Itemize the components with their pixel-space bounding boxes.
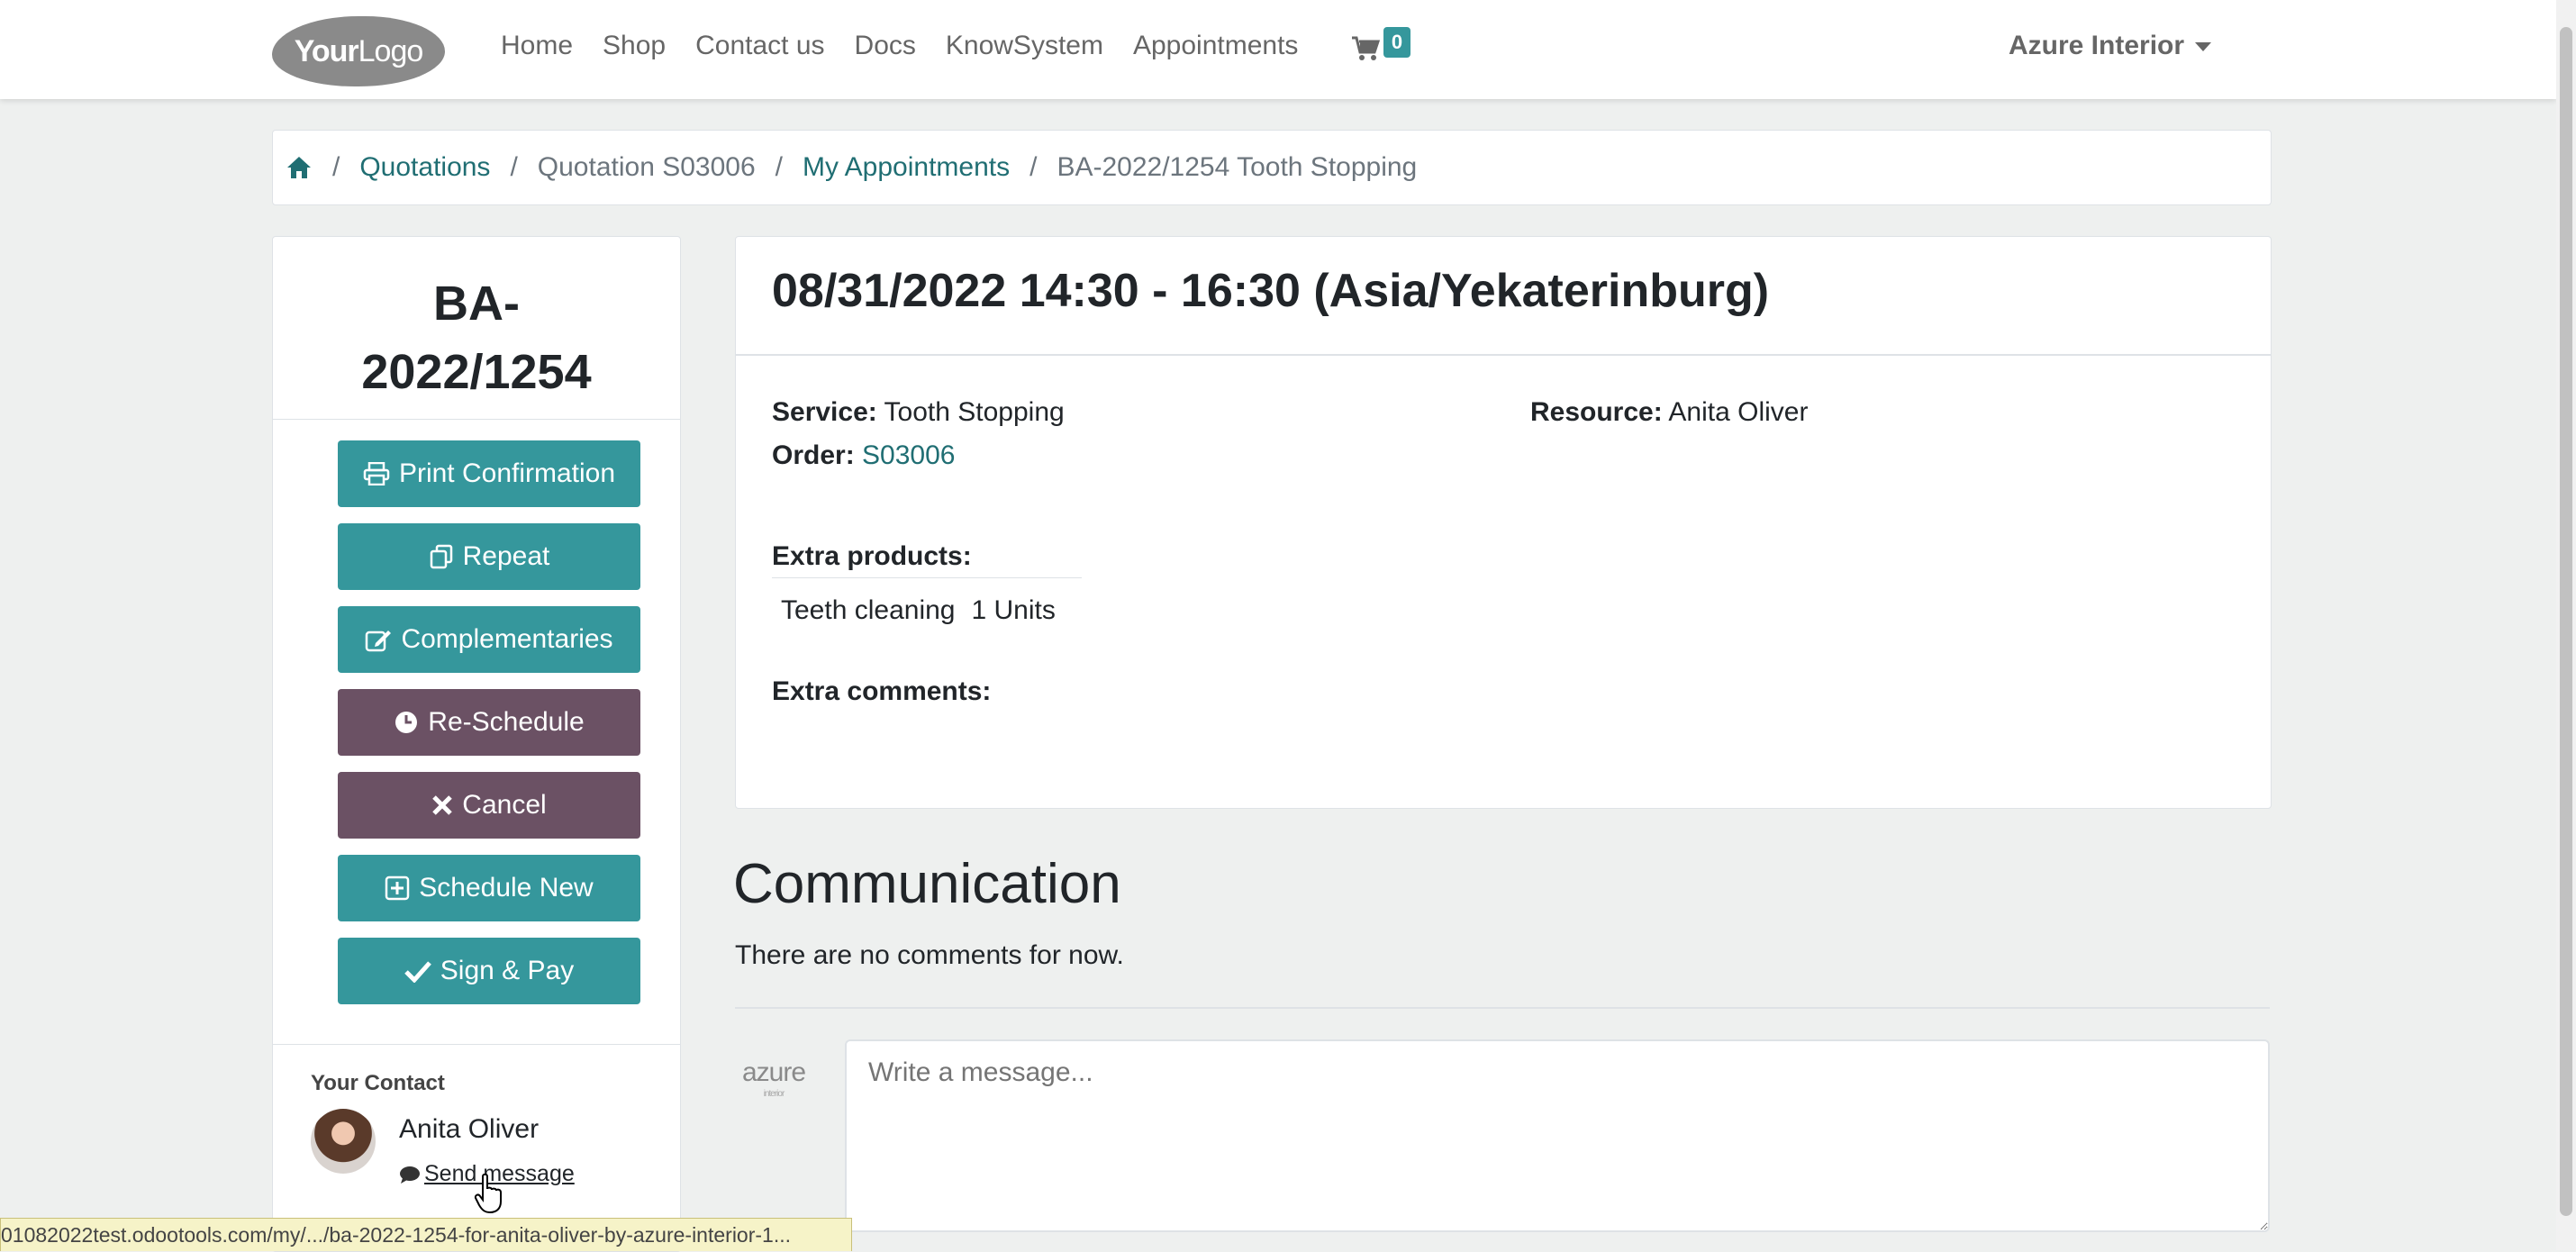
communication-divider [735, 1007, 2270, 1009]
contact-name: Anita Oliver [399, 1114, 540, 1144]
link-status-bar: 01082022test.odootools.com/my/.../ba-202… [0, 1218, 852, 1251]
card-header-divider [736, 354, 2271, 356]
contact-label: Your Contact [311, 1071, 445, 1095]
breadcrumb-separator: / [1029, 152, 1038, 182]
nav-appointments[interactable]: Appointments [1133, 31, 1298, 61]
copy-icon [429, 544, 454, 569]
logo-text-bold: Your [294, 34, 359, 68]
complementaries-label: Complementaries [401, 624, 613, 654]
order-label: Order: [772, 440, 855, 470]
main-nav: Home Shop Contact us Docs KnowSystem App… [501, 31, 1328, 61]
sidebar-divider [273, 1044, 680, 1045]
breadcrumb-separator: / [775, 152, 783, 182]
edit-icon [365, 627, 392, 652]
company-logo[interactable]: YourLogo [272, 16, 445, 86]
order-link[interactable]: S03006 [862, 440, 955, 470]
comment-icon [400, 1166, 420, 1184]
breadcrumb-separator: / [510, 152, 518, 182]
page-scrollbar[interactable] [2556, 0, 2576, 1250]
printer-icon [363, 462, 390, 485]
appointment-datetime: 08/31/2022 14:30 - 16:30 (Asia/Yekaterin… [772, 265, 1770, 317]
breadcrumb-quotations[interactable]: Quotations [359, 152, 490, 183]
cancel-button[interactable]: Cancel [338, 772, 640, 839]
extra-product-row: Teeth cleaning 1 Units [781, 595, 1072, 626]
extra-product-name: Teeth cleaning [781, 595, 956, 625]
user-menu-dropdown[interactable]: Azure Interior [2009, 31, 2212, 61]
schedule-new-label: Schedule New [419, 873, 594, 903]
repeat-label: Repeat [462, 541, 550, 571]
breadcrumb-quotation: Quotation S03006 [537, 152, 756, 182]
check-icon [404, 959, 431, 983]
reschedule-label: Re-Schedule [428, 707, 585, 737]
extra-products-heading: Extra products: [772, 541, 1082, 578]
service-field: Service: Tooth Stopping [772, 397, 1065, 428]
nav-docs[interactable]: Docs [855, 31, 916, 61]
nav-shop[interactable]: Shop [603, 31, 666, 61]
breadcrumb-current: BA-2022/1254 Tooth Stopping [1057, 152, 1418, 182]
resource-label: Resource: [1530, 397, 1663, 427]
logo-text: Logo [358, 34, 424, 68]
nav-contact-us[interactable]: Contact us [695, 31, 824, 61]
resource-field: Resource: Anita Oliver [1530, 397, 1808, 428]
print-confirmation-button[interactable]: Print Confirmation [338, 440, 640, 507]
breadcrumb-my-appointments[interactable]: My Appointments [803, 152, 1010, 183]
reschedule-button[interactable]: Re-Schedule [338, 689, 640, 756]
appointment-details-card: 08/31/2022 14:30 - 16:30 (Asia/Yekaterin… [735, 236, 2272, 809]
cart-count-badge[interactable]: 0 [1383, 27, 1410, 58]
appointment-sidebar: BA- 2022/1254 Print Confirmation Repeat … [272, 236, 681, 1252]
company-avatar: azure interior [739, 1056, 809, 1101]
breadcrumb-separator: / [332, 152, 340, 182]
extra-product-qty: 1 Units [971, 595, 1056, 625]
reference-line-1: BA- [433, 277, 520, 331]
avatar [311, 1109, 376, 1174]
close-icon [431, 794, 453, 816]
repeat-button[interactable]: Repeat [338, 523, 640, 590]
order-field: Order: S03006 [772, 440, 955, 471]
nav-home[interactable]: Home [501, 31, 573, 61]
top-navbar: YourLogo Home Shop Contact us Docs KnowS… [0, 0, 2556, 99]
breadcrumb: / Quotations / Quotation S03006 / My App… [272, 130, 2272, 205]
sign-pay-label: Sign & Pay [440, 956, 575, 985]
scrollbar-thumb[interactable] [2560, 27, 2572, 1216]
schedule-new-button[interactable]: Schedule New [338, 855, 640, 921]
extra-comments-heading: Extra comments: [772, 676, 992, 706]
chevron-down-icon [2195, 42, 2212, 52]
company-avatar-text: azure [741, 1057, 806, 1087]
resource-value: Anita Oliver [1668, 397, 1809, 427]
home-icon[interactable] [286, 155, 313, 180]
service-label: Service: [772, 397, 877, 427]
hand-pointer-icon [474, 1173, 502, 1214]
sidebar-divider [273, 419, 680, 420]
service-value: Tooth Stopping [884, 397, 1065, 427]
complementaries-button[interactable]: Complementaries [338, 606, 640, 673]
plus-square-icon [385, 875, 410, 901]
message-input[interactable] [845, 1039, 2270, 1232]
user-name: Azure Interior [2009, 31, 2185, 60]
appointment-reference: BA- 2022/1254 [273, 269, 680, 406]
cart-icon[interactable] [1351, 34, 1380, 63]
no-comments-text: There are no comments for now. [735, 940, 1124, 970]
nav-knowsystem[interactable]: KnowSystem [946, 31, 1103, 61]
reference-line-2: 2022/1254 [361, 345, 592, 399]
company-avatar-subtext: interior [763, 1089, 785, 1099]
cancel-label: Cancel [462, 790, 547, 820]
clock-icon [394, 710, 419, 735]
communication-title: Communication [733, 853, 1121, 915]
sign-pay-button[interactable]: Sign & Pay [338, 938, 640, 1004]
print-confirmation-label: Print Confirmation [398, 458, 616, 488]
